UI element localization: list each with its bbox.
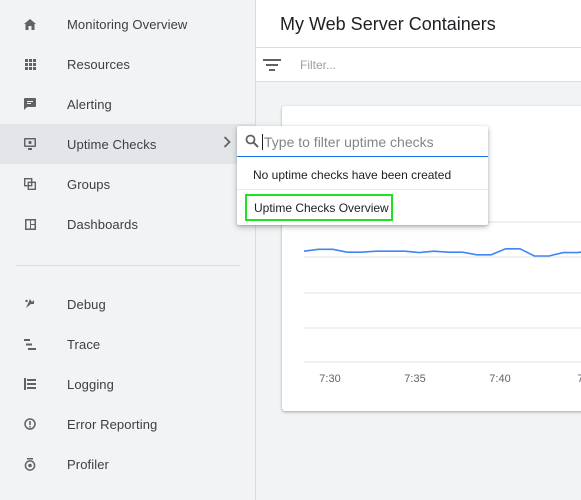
sidebar-item-label: Dashboards: [67, 216, 139, 232]
sidebar-item-label: Debug: [67, 296, 106, 312]
uptime-checks-dropdown: Type to filter uptime checks No uptime c…: [237, 126, 488, 225]
sidebar-item-monitoring-overview[interactable]: Monitoring Overview: [0, 4, 255, 44]
main-area: My Web Server Containers Filter... 7:30 7…: [256, 0, 581, 500]
alert-chat-icon: [22, 96, 38, 112]
sidebar-item-logging[interactable]: Logging: [0, 364, 255, 404]
sidebar-divider: [16, 265, 240, 266]
search-icon: [245, 134, 259, 148]
profiler-icon: [22, 456, 38, 472]
sidebar-item-label: Resources: [67, 56, 131, 72]
sidebar-item-trace[interactable]: Trace: [0, 324, 255, 364]
sidebar-item-debug[interactable]: Debug: [0, 284, 255, 324]
uptime-filter-placeholder[interactable]: Type to filter uptime checks: [264, 134, 434, 150]
sidebar-item-label: Logging: [67, 376, 114, 392]
monitor-icon: [22, 136, 38, 152]
uptime-filter-field[interactable]: Type to filter uptime checks: [237, 126, 488, 157]
x-tick-label: 7:40: [489, 373, 510, 385]
text-cursor: [262, 134, 263, 150]
sidebar-item-label: Error Reporting: [67, 416, 158, 432]
sidebar-item-error-reporting[interactable]: Error Reporting: [0, 404, 255, 444]
sidebar-item-label: Alerting: [67, 96, 112, 112]
groups-icon: [22, 176, 38, 192]
sidebar-item-label: Monitoring Overview: [67, 16, 188, 32]
sidebar-item-groups[interactable]: Groups: [0, 164, 255, 204]
x-tick-label: 7:4: [577, 373, 581, 385]
sidebar-item-resources[interactable]: Resources: [0, 44, 255, 84]
sidebar-item-uptime-checks[interactable]: Uptime Checks: [0, 124, 255, 164]
sidebar-item-label: Profiler: [67, 456, 109, 472]
filter-icon[interactable]: [262, 56, 282, 74]
sidebar-item-label: Uptime Checks: [67, 136, 157, 152]
trace-icon: [22, 336, 38, 352]
uptime-checks-overview-link[interactable]: Uptime Checks Overview: [245, 194, 393, 221]
sidebar-item-label: Groups: [67, 176, 111, 192]
filter-input[interactable]: Filter...: [300, 58, 336, 72]
x-tick-label: 7:30: [319, 373, 340, 385]
empty-state-message: No uptime checks have been created: [253, 168, 452, 182]
page-title: My Web Server Containers: [280, 14, 496, 34]
sidebar-item-dashboards[interactable]: Dashboards: [0, 204, 255, 244]
debug-icon: [22, 296, 38, 312]
home-icon: [22, 16, 38, 32]
grid-icon: [22, 56, 38, 72]
logging-icon: [22, 376, 38, 392]
error-reporting-icon: [22, 416, 38, 432]
dropdown-divider: [237, 189, 488, 190]
filter-bar[interactable]: Filter...: [256, 48, 581, 82]
sidebar: Monitoring Overview Resources Alerting U…: [0, 0, 256, 500]
sidebar-item-profiler[interactable]: Profiler: [0, 444, 255, 484]
chevron-right-icon: [223, 135, 231, 153]
sidebar-item-alerting[interactable]: Alerting: [0, 84, 255, 124]
series-line: [303, 248, 581, 257]
dashboard-icon: [22, 216, 38, 232]
sidebar-item-label: Trace: [67, 336, 101, 352]
page-header: My Web Server Containers: [256, 0, 581, 48]
x-tick-label: 7:35: [404, 373, 425, 385]
